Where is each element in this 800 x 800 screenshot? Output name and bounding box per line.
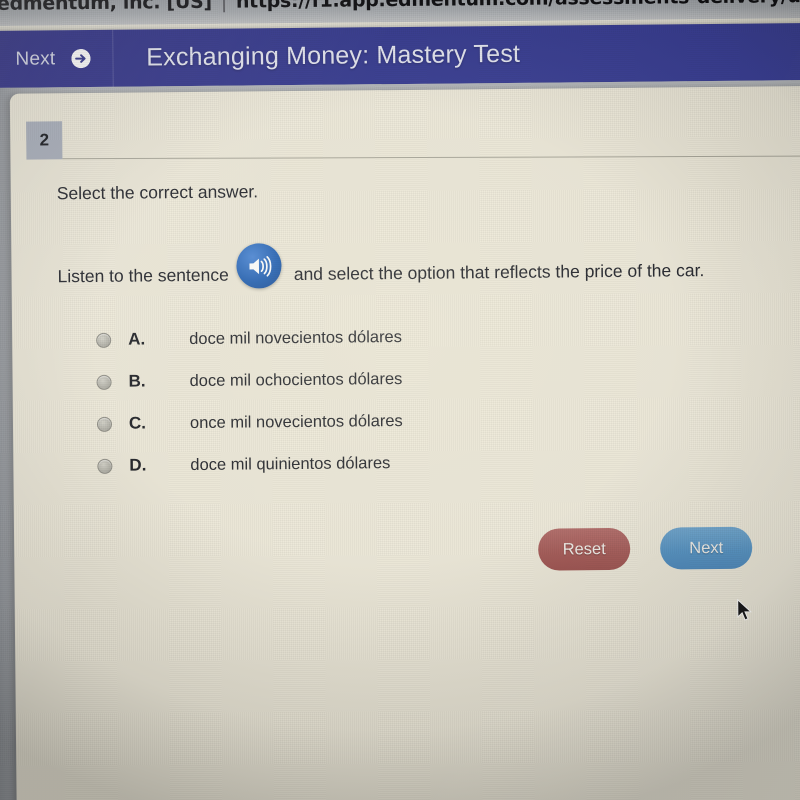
answer-option-b[interactable]: B. doce mil ochocientos dólares [96,358,402,403]
option-letter-a: A. [128,329,146,349]
header-next-label: Next [15,47,56,70]
question-number: 2 [39,130,50,150]
instruction-text: Select the correct answer. [56,181,259,204]
arrow-right-circle-icon [71,48,91,69]
stem-text-before-audio: Listen to the sentence [57,264,229,287]
stem-text-after-audio: and select the option that reflects the … [293,260,705,285]
page-title: Exchanging Money: Mastery Test [146,39,521,72]
screen-content: edmentum, inc. [US] | https://f1.app.edmen… [0,0,800,800]
radio-button-d[interactable] [97,458,113,474]
option-text-b: doce mil ochocientos dólares [189,369,403,390]
form-actions: Reset Next [538,526,753,571]
next-button[interactable]: Next [659,526,753,570]
header-divider [62,155,800,160]
question-number-tab: 2 [26,121,63,160]
mouse-pointer-icon [737,598,754,623]
radio-button-b[interactable] [96,374,112,390]
option-text-d: doce mil quinientos dólares [190,453,391,474]
option-text-a: doce mil novecientos dólares [189,327,403,348]
reset-button[interactable]: Reset [538,527,631,571]
answer-options-list: A. doce mil novecientos dólares B. doce … [96,316,403,487]
radio-button-c[interactable] [96,416,113,432]
screen-photo: edmentum, inc. [US] | https://f1.app.edmen… [0,0,800,800]
url-bar-text: edmentum, inc. [US] | https://f1.app.edmen… [0,0,800,15]
question-stem: Listen to the sentence and select the op… [57,243,705,290]
option-letter-c: C. [128,413,147,433]
answer-option-d[interactable]: D. doce mil quinientos dólares [97,442,403,487]
url-site-identity: edmentum, inc. [US] [0,0,212,15]
url-separator: | [220,0,228,13]
app-header: Next Exchanging Money: Mastery Test [0,23,800,88]
assessment-page: 2 Select the correct answer. Listen to t… [9,86,800,800]
url-address[interactable]: https://f1.app.edmentum.com/assessments-… [236,0,800,13]
speaker-audio-icon[interactable] [236,243,282,289]
answer-option-a[interactable]: A. doce mil novecientos dólares [96,316,402,361]
option-letter-b: B. [128,371,146,391]
option-text-c: once mil novecientos dólares [189,411,403,432]
header-next-nav-button[interactable]: Next [0,29,114,88]
option-letter-d: D. [129,455,147,475]
radio-button-a[interactable] [96,332,112,348]
answer-option-c[interactable]: C. once mil novecientos dólares [96,400,403,445]
